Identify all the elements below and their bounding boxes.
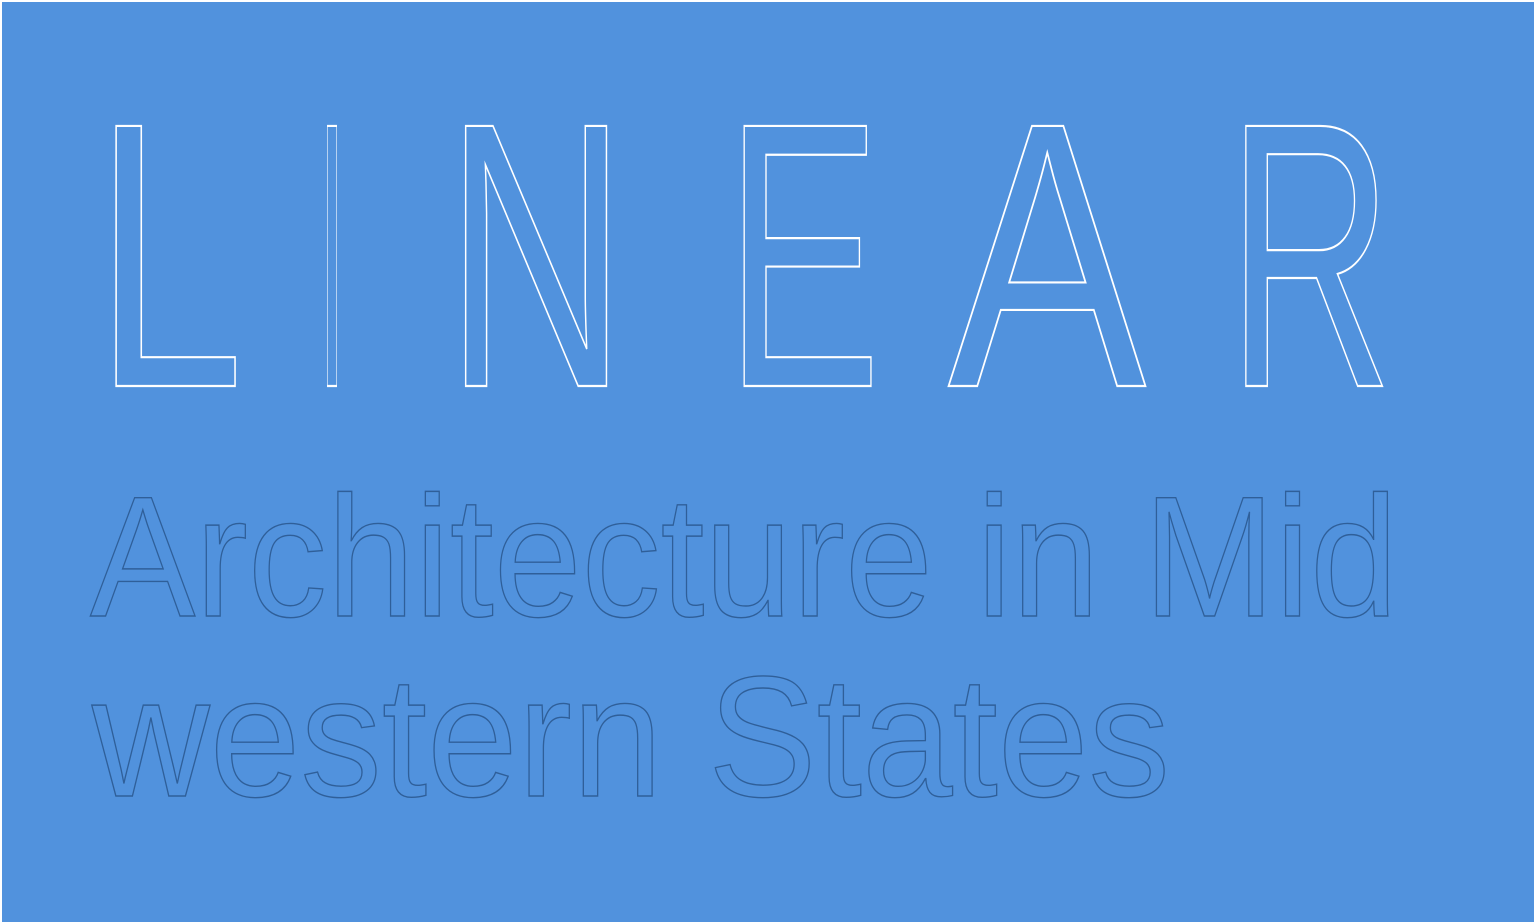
title-letter-a: A <box>948 45 1147 422</box>
title-letter-n: N <box>445 45 627 422</box>
title-card: L I N E A R Architecture in Mid western … <box>2 2 1534 922</box>
title-letter-e: E <box>725 45 881 422</box>
subtitle: Architecture in Mid western States <box>2 432 1534 852</box>
title-letter-i: I <box>318 45 346 422</box>
subtitle-line-1: Architecture in Mid <box>90 461 1398 653</box>
subtitle-line-2: western States <box>91 641 1170 833</box>
linear-title: L I N E A R <box>2 2 1534 422</box>
title-letter-l: L <box>94 45 244 422</box>
title-letter-r: R <box>1227 45 1393 422</box>
